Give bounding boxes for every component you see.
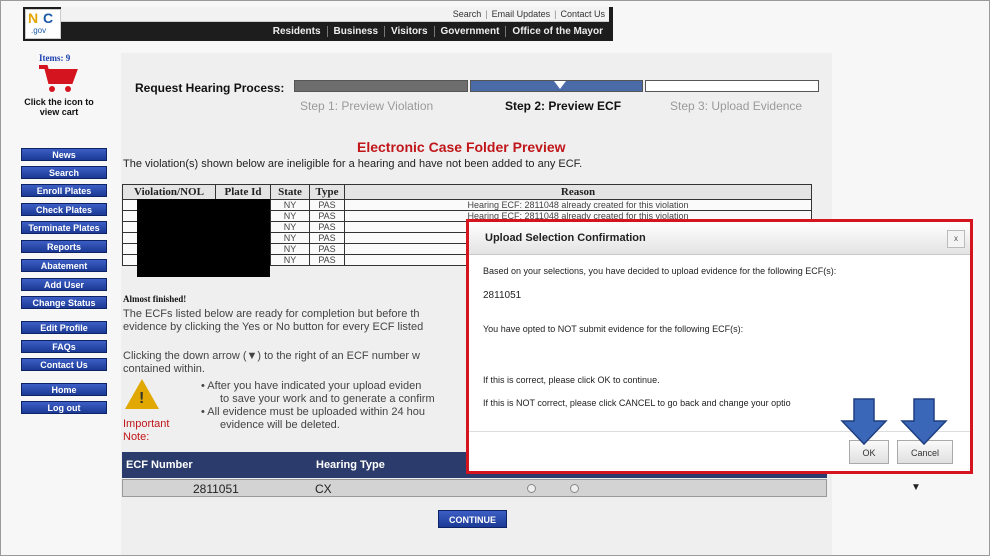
sidebar-button-check-plates[interactable]: Check Plates xyxy=(21,203,107,216)
cart-instruction[interactable]: Click the icon to view cart xyxy=(19,97,99,117)
dialog-title: Upload Selection Confirmation xyxy=(485,232,646,244)
ecf-row: 2811051 CX ▼ xyxy=(122,479,921,497)
dialog-ok-instruction: If this is correct, please click OK to c… xyxy=(483,375,660,385)
close-icon[interactable]: x xyxy=(947,230,965,248)
pointer-arrow-ok-icon xyxy=(840,398,888,446)
expand-dropdown-arrow-icon[interactable]: ▼ xyxy=(906,481,926,495)
almost-finished-heading: Almost finished! xyxy=(123,294,187,304)
col-reason: Reason xyxy=(344,184,812,200)
bullet-1-line-2: to save your work and to generate a conf… xyxy=(220,393,435,405)
col-violation-nol: Violation/NOL xyxy=(122,184,216,200)
sidebar-button-abatement[interactable]: Abatement xyxy=(21,259,107,272)
nav-residents[interactable]: Residents xyxy=(267,26,327,37)
top-links: Search | Email Updates | Contact Us xyxy=(61,7,609,22)
ecf-number-value[interactable]: 2811051 xyxy=(193,482,239,496)
logo-part-gov: .gov xyxy=(31,26,47,35)
pointer-arrow-cancel-icon xyxy=(900,398,948,446)
top-link-search[interactable]: Search xyxy=(449,9,486,19)
logo-part-n: N xyxy=(28,10,39,26)
table-header-row: Violation/NOL Plate Id State Type Reason xyxy=(122,184,812,200)
process-label: Request Hearing Process: xyxy=(135,81,285,95)
dialog-upload-ecf: 2811051 xyxy=(483,290,522,301)
cell-state: NY xyxy=(270,254,310,266)
cell-type: PAS xyxy=(309,199,345,211)
cell-type: PAS xyxy=(309,221,345,233)
sidebar-button-enroll-plates[interactable]: Enroll Plates xyxy=(21,184,107,197)
upload-confirmation-dialog: Upload Selection Confirmation x Based on… xyxy=(466,219,973,474)
logo-part-c: C xyxy=(43,10,54,26)
dropdown-help-line-2: contained within. xyxy=(123,363,205,375)
step-3-label: Step 3: Upload Evidence xyxy=(670,99,803,113)
nyc-logo[interactable]: NC .gov xyxy=(25,9,61,39)
dialog-footer-divider xyxy=(469,431,970,432)
warning-exclamation-icon: ! xyxy=(139,390,145,407)
col-plate-id: Plate Id xyxy=(215,184,271,200)
sidebar-button-reports[interactable]: Reports xyxy=(21,240,107,253)
nav-office-of-the-mayor[interactable]: Office of the Mayor xyxy=(505,26,609,37)
redacted-block xyxy=(137,199,270,277)
upload-yes-radio[interactable] xyxy=(527,484,536,493)
sidebar-button-change-status[interactable]: Change Status xyxy=(21,296,107,309)
dialog-no-submit-message: You have opted to NOT submit evidence fo… xyxy=(483,324,744,334)
page-title: Electronic Case Folder Preview xyxy=(357,139,566,155)
main-nav: Residents Business Visitors Government Offic… xyxy=(61,25,609,39)
cell-state: NY xyxy=(270,210,310,222)
ineligible-message: The violation(s) shown below are ineligi… xyxy=(123,158,583,170)
important-note-label: Important Note: xyxy=(123,418,170,443)
sidebar-button-terminate-plates[interactable]: Terminate Plates xyxy=(21,221,107,234)
top-link-contact-us[interactable]: Contact Us xyxy=(556,9,609,19)
cell-state: NY xyxy=(270,232,310,244)
instructions-line-1: The ECFs listed below are ready for comp… xyxy=(123,308,420,320)
cell-type: PAS xyxy=(309,232,345,244)
current-step-marker-icon xyxy=(554,81,566,89)
cell-type: PAS xyxy=(309,210,345,222)
col-ecf-number: ECF Number xyxy=(126,459,193,471)
dialog-titlebar: Upload Selection Confirmation x xyxy=(469,222,970,255)
sidebar-button-edit-profile[interactable]: Edit Profile xyxy=(21,321,107,334)
cell-reason: Hearing ECF: 2811048 already created for… xyxy=(344,199,812,211)
app-window: NC .gov Search | Email Updates | Contact Us … xyxy=(0,0,990,556)
nav-visitors[interactable]: Visitors xyxy=(384,26,434,37)
cell-state: NY xyxy=(270,221,310,233)
dropdown-help-line-1: Clicking the down arrow (▼) to the right… xyxy=(123,350,421,362)
top-link-email-updates[interactable]: Email Updates xyxy=(488,9,555,19)
sidebar-button-news[interactable]: News xyxy=(21,148,107,161)
step-1-label: Step 1: Preview Violation xyxy=(300,99,434,113)
bullet-1-line-1: • After you have indicated your upload e… xyxy=(201,380,422,392)
progress-step-1 xyxy=(294,80,468,92)
nav-business[interactable]: Business xyxy=(326,26,385,37)
cell-type: PAS xyxy=(309,243,345,255)
hearing-type-value: CX xyxy=(315,482,332,496)
important-bullets: • After you have indicated your upload e… xyxy=(201,380,435,432)
cell-state: NY xyxy=(270,243,310,255)
cell-type: PAS xyxy=(309,254,345,266)
sidebar-button-add-user[interactable]: Add User xyxy=(21,278,107,291)
sidebar-button-contact-us[interactable]: Contact Us xyxy=(21,358,107,371)
cart-items-count: Items: 9 xyxy=(39,53,71,63)
continue-button[interactable]: CONTINUE xyxy=(438,510,507,528)
upload-no-radio[interactable] xyxy=(570,484,579,493)
bullet-2-line-2: evidence will be deleted. xyxy=(220,419,340,431)
col-type: Type xyxy=(309,184,345,200)
col-state: State xyxy=(270,184,310,200)
sidebar-button-home[interactable]: Home xyxy=(21,383,107,396)
dialog-upload-message: Based on your selections, you have decid… xyxy=(483,266,837,276)
sidebar-button-faqs[interactable]: FAQs xyxy=(21,340,107,353)
dialog-cancel-instruction: If this is NOT correct, please click CAN… xyxy=(483,398,791,408)
cell-state: NY xyxy=(270,199,310,211)
shopping-cart-icon[interactable] xyxy=(37,64,79,94)
step-2-label: Step 2: Preview ECF xyxy=(505,99,622,113)
sidebar-button-search[interactable]: Search xyxy=(21,166,107,179)
col-hearing-type: Hearing Type xyxy=(316,459,385,471)
instructions-line-2: evidence by clicking the Yes or No butto… xyxy=(123,321,424,333)
nav-government[interactable]: Government xyxy=(433,26,506,37)
progress-step-3 xyxy=(645,80,819,92)
bullet-2-line-1: • All evidence must be uploaded within 2… xyxy=(201,406,426,418)
sidebar-button-log-out[interactable]: Log out xyxy=(21,401,107,414)
